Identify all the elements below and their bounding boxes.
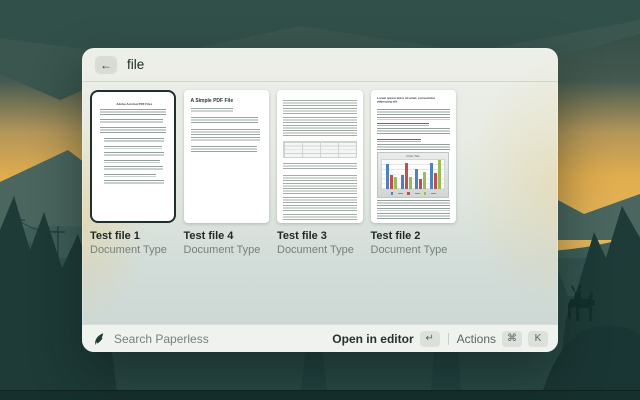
back-button[interactable]: ← — [95, 56, 117, 74]
results-grid: Adobe Acrobat PDF Files Test file 1 Docu… — [82, 82, 558, 257]
document-thumbnail: Lorem ipsum dolor sit amet, consectetur … — [371, 90, 457, 223]
result-card-test-file-4[interactable]: A Simple PDF File Test file 4 Document T… — [184, 90, 270, 257]
search-header: ← — [82, 48, 558, 81]
result-subtitle: Document Type — [277, 244, 363, 257]
doc-page-title: A Simple PDF File — [191, 98, 263, 104]
result-title: Test file 4 — [184, 230, 270, 243]
result-title: Test file 3 — [277, 230, 363, 243]
app-indicator: Search Paperless — [92, 332, 209, 346]
chart-title: Chart Title — [397, 155, 429, 158]
doc-table — [283, 141, 357, 158]
paperless-leaf-icon — [92, 332, 106, 346]
actions-button[interactable]: Actions ⌘ K — [457, 331, 548, 347]
document-thumbnail — [277, 90, 363, 223]
search-input[interactable] — [127, 57, 467, 72]
document-thumbnail: A Simple PDF File — [184, 90, 270, 223]
result-card-test-file-1[interactable]: Adobe Acrobat PDF Files Test file 1 Docu… — [90, 90, 176, 257]
actions-label: Actions — [457, 332, 496, 346]
result-subtitle: Document Type — [90, 244, 176, 257]
result-subtitle: Document Type — [371, 244, 457, 257]
back-arrow-icon: ← — [100, 58, 112, 72]
bottom-strip — [0, 391, 640, 400]
result-subtitle: Document Type — [184, 244, 270, 257]
footer-divider — [448, 333, 449, 345]
chart-legend — [381, 192, 445, 195]
doc-page-title: Adobe Acrobat PDF Files — [116, 103, 149, 106]
mini-chart-plot — [381, 159, 445, 190]
enter-key-icon: ↵ — [420, 331, 440, 347]
k-key-icon: K — [528, 331, 548, 347]
result-card-test-file-2[interactable]: Lorem ipsum dolor sit amet, consectetur … — [371, 90, 457, 257]
result-title: Test file 1 — [90, 230, 176, 243]
primary-action-button[interactable]: Open in editor ↵ — [332, 331, 439, 347]
result-title: Test file 2 — [371, 230, 457, 243]
app-label: Search Paperless — [114, 332, 209, 346]
doc-chart: Chart Title — [377, 152, 449, 198]
action-bar: Search Paperless Open in editor ↵ Action… — [82, 324, 558, 352]
cmd-key-icon: ⌘ — [502, 331, 522, 347]
primary-action-label: Open in editor — [332, 332, 413, 346]
doc-page-title: Lorem ipsum dolor sit amet, consectetur … — [377, 97, 451, 104]
result-card-test-file-3[interactable]: Test file 3 Document Type — [277, 90, 363, 257]
launcher-window: ← Adobe Acrobat PDF Files — [82, 48, 558, 352]
document-thumbnail: Adobe Acrobat PDF Files — [90, 90, 176, 223]
